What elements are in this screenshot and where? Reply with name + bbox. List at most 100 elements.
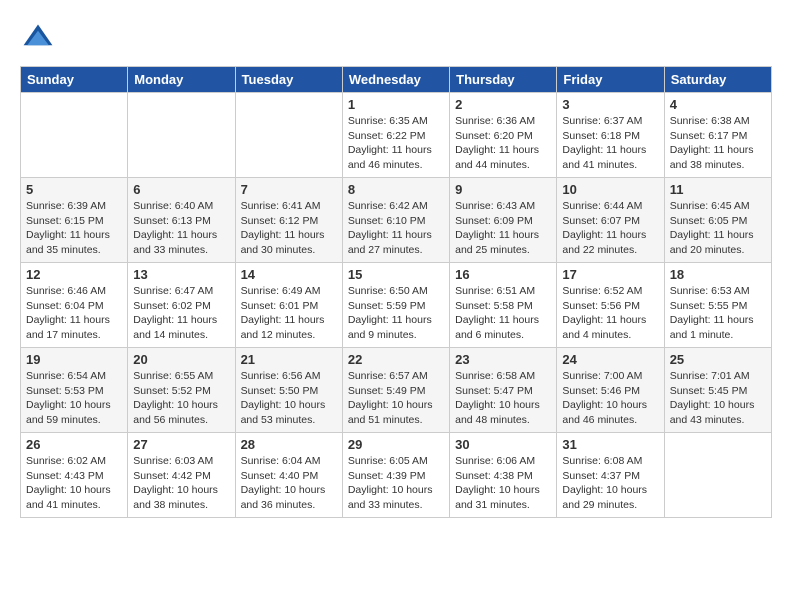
day-number: 22 [348, 352, 444, 367]
cell-content: Sunrise: 6:04 AM Sunset: 4:40 PM Dayligh… [241, 454, 337, 513]
cell-content: Sunrise: 6:56 AM Sunset: 5:50 PM Dayligh… [241, 369, 337, 428]
cell-content: Sunrise: 6:50 AM Sunset: 5:59 PM Dayligh… [348, 284, 444, 343]
calendar-cell: 23 Sunrise: 6:58 AM Sunset: 5:47 PM Dayli… [450, 348, 557, 433]
cell-content: Sunrise: 6:55 AM Sunset: 5:52 PM Dayligh… [133, 369, 229, 428]
cell-content: Sunrise: 6:46 AM Sunset: 6:04 PM Dayligh… [26, 284, 122, 343]
cell-content: Sunrise: 7:00 AM Sunset: 5:46 PM Dayligh… [562, 369, 658, 428]
day-number: 17 [562, 267, 658, 282]
day-number: 27 [133, 437, 229, 452]
calendar-cell: 6 Sunrise: 6:40 AM Sunset: 6:13 PM Daylig… [128, 178, 235, 263]
day-number: 9 [455, 182, 551, 197]
calendar-cell: 28 Sunrise: 6:04 AM Sunset: 4:40 PM Dayli… [235, 433, 342, 518]
day-number: 29 [348, 437, 444, 452]
cell-content: Sunrise: 6:51 AM Sunset: 5:58 PM Dayligh… [455, 284, 551, 343]
calendar-cell: 31Sunrise: 6:08 AM Sunset: 4:37 PM Dayli… [557, 433, 664, 518]
week-row-4: 19Sunrise: 6:54 AM Sunset: 5:53 PM Dayli… [21, 348, 772, 433]
header-tuesday: Tuesday [235, 67, 342, 93]
header-thursday: Thursday [450, 67, 557, 93]
day-number: 26 [26, 437, 122, 452]
calendar-cell: 26 Sunrise: 6:02 AM Sunset: 4:43 PM Dayli… [21, 433, 128, 518]
day-number: 1 [348, 97, 444, 112]
logo [20, 20, 60, 56]
cell-content: Sunrise: 6:41 AM Sunset: 6:12 PM Dayligh… [241, 199, 337, 258]
day-number: 28 [241, 437, 337, 452]
day-number: 6 [133, 182, 229, 197]
calendar-cell: 3 Sunrise: 6:37 AM Sunset: 6:18 PM Daylig… [557, 93, 664, 178]
day-number: 8 [348, 182, 444, 197]
day-number: 16 [455, 267, 551, 282]
cell-content: Sunrise: 6:42 AM Sunset: 6:10 PM Dayligh… [348, 199, 444, 258]
header-wednesday: Wednesday [342, 67, 449, 93]
calendar-cell: 4Sunrise: 6:38 AM Sunset: 6:17 PM Daylig… [664, 93, 771, 178]
day-number: 10 [562, 182, 658, 197]
day-number: 11 [670, 182, 766, 197]
calendar-cell: 17 Sunrise: 6:52 AM Sunset: 5:56 PM Dayli… [557, 263, 664, 348]
cell-content: Sunrise: 6:38 AM Sunset: 6:17 PM Dayligh… [670, 114, 766, 173]
calendar-cell: 20 Sunrise: 6:55 AM Sunset: 5:52 PM Dayli… [128, 348, 235, 433]
calendar-cell: 30Sunrise: 6:06 AM Sunset: 4:38 PM Dayli… [450, 433, 557, 518]
day-number: 5 [26, 182, 122, 197]
calendar-cell: 25 Sunrise: 7:01 AM Sunset: 5:45 PM Dayli… [664, 348, 771, 433]
calendar-cell: 29 Sunrise: 6:05 AM Sunset: 4:39 PM Dayli… [342, 433, 449, 518]
cell-content: Sunrise: 6:39 AM Sunset: 6:15 PM Dayligh… [26, 199, 122, 258]
day-number: 30 [455, 437, 551, 452]
calendar-cell: 7Sunrise: 6:41 AM Sunset: 6:12 PM Daylig… [235, 178, 342, 263]
day-number: 14 [241, 267, 337, 282]
calendar-cell: 18 Sunrise: 6:53 AM Sunset: 5:55 PM Dayli… [664, 263, 771, 348]
calendar-cell: 12 Sunrise: 6:46 AM Sunset: 6:04 PM Dayli… [21, 263, 128, 348]
calendar-cell: 19Sunrise: 6:54 AM Sunset: 5:53 PM Dayli… [21, 348, 128, 433]
day-number: 25 [670, 352, 766, 367]
calendar-cell: 10Sunrise: 6:44 AM Sunset: 6:07 PM Dayli… [557, 178, 664, 263]
cell-content: Sunrise: 6:40 AM Sunset: 6:13 PM Dayligh… [133, 199, 229, 258]
logo-icon [20, 20, 56, 56]
page-header [20, 20, 772, 56]
calendar-cell [21, 93, 128, 178]
cell-content: Sunrise: 6:47 AM Sunset: 6:02 PM Dayligh… [133, 284, 229, 343]
calendar-cell: 1 Sunrise: 6:35 AM Sunset: 6:22 PM Daylig… [342, 93, 449, 178]
cell-content: Sunrise: 6:37 AM Sunset: 6:18 PM Dayligh… [562, 114, 658, 173]
day-number: 23 [455, 352, 551, 367]
cell-content: Sunrise: 6:45 AM Sunset: 6:05 PM Dayligh… [670, 199, 766, 258]
day-number: 24 [562, 352, 658, 367]
cell-content: Sunrise: 6:53 AM Sunset: 5:55 PM Dayligh… [670, 284, 766, 343]
calendar-cell: 2 Sunrise: 6:36 AM Sunset: 6:20 PM Daylig… [450, 93, 557, 178]
calendar-cell [664, 433, 771, 518]
header-monday: Monday [128, 67, 235, 93]
day-number: 21 [241, 352, 337, 367]
calendar-table: SundayMondayTuesdayWednesdayThursdayFrid… [20, 66, 772, 518]
day-number: 12 [26, 267, 122, 282]
calendar-cell: 9 Sunrise: 6:43 AM Sunset: 6:09 PM Daylig… [450, 178, 557, 263]
day-number: 3 [562, 97, 658, 112]
calendar-cell: 16 Sunrise: 6:51 AM Sunset: 5:58 PM Dayli… [450, 263, 557, 348]
cell-content: Sunrise: 6:58 AM Sunset: 5:47 PM Dayligh… [455, 369, 551, 428]
day-number: 20 [133, 352, 229, 367]
day-number: 18 [670, 267, 766, 282]
header-friday: Friday [557, 67, 664, 93]
calendar-cell [128, 93, 235, 178]
header-sunday: Sunday [21, 67, 128, 93]
cell-content: Sunrise: 6:36 AM Sunset: 6:20 PM Dayligh… [455, 114, 551, 173]
calendar-cell: 21 Sunrise: 6:56 AM Sunset: 5:50 PM Dayli… [235, 348, 342, 433]
calendar-cell: 24 Sunrise: 7:00 AM Sunset: 5:46 PM Dayli… [557, 348, 664, 433]
calendar-header-row: SundayMondayTuesdayWednesdayThursdayFrid… [21, 67, 772, 93]
cell-content: Sunrise: 6:03 AM Sunset: 4:42 PM Dayligh… [133, 454, 229, 513]
header-saturday: Saturday [664, 67, 771, 93]
calendar-cell: 15 Sunrise: 6:50 AM Sunset: 5:59 PM Dayli… [342, 263, 449, 348]
cell-content: Sunrise: 6:05 AM Sunset: 4:39 PM Dayligh… [348, 454, 444, 513]
week-row-2: 5 Sunrise: 6:39 AM Sunset: 6:15 PM Daylig… [21, 178, 772, 263]
cell-content: Sunrise: 6:02 AM Sunset: 4:43 PM Dayligh… [26, 454, 122, 513]
calendar-cell: 5 Sunrise: 6:39 AM Sunset: 6:15 PM Daylig… [21, 178, 128, 263]
day-number: 2 [455, 97, 551, 112]
week-row-5: 26 Sunrise: 6:02 AM Sunset: 4:43 PM Dayli… [21, 433, 772, 518]
day-number: 13 [133, 267, 229, 282]
day-number: 15 [348, 267, 444, 282]
cell-content: Sunrise: 7:01 AM Sunset: 5:45 PM Dayligh… [670, 369, 766, 428]
cell-content: Sunrise: 6:43 AM Sunset: 6:09 PM Dayligh… [455, 199, 551, 258]
cell-content: Sunrise: 6:35 AM Sunset: 6:22 PM Dayligh… [348, 114, 444, 173]
calendar-cell: 13 Sunrise: 6:47 AM Sunset: 6:02 PM Dayli… [128, 263, 235, 348]
week-row-1: 1 Sunrise: 6:35 AM Sunset: 6:22 PM Daylig… [21, 93, 772, 178]
calendar-cell: 22Sunrise: 6:57 AM Sunset: 5:49 PM Dayli… [342, 348, 449, 433]
week-row-3: 12 Sunrise: 6:46 AM Sunset: 6:04 PM Dayli… [21, 263, 772, 348]
cell-content: Sunrise: 6:54 AM Sunset: 5:53 PM Dayligh… [26, 369, 122, 428]
cell-content: Sunrise: 6:52 AM Sunset: 5:56 PM Dayligh… [562, 284, 658, 343]
